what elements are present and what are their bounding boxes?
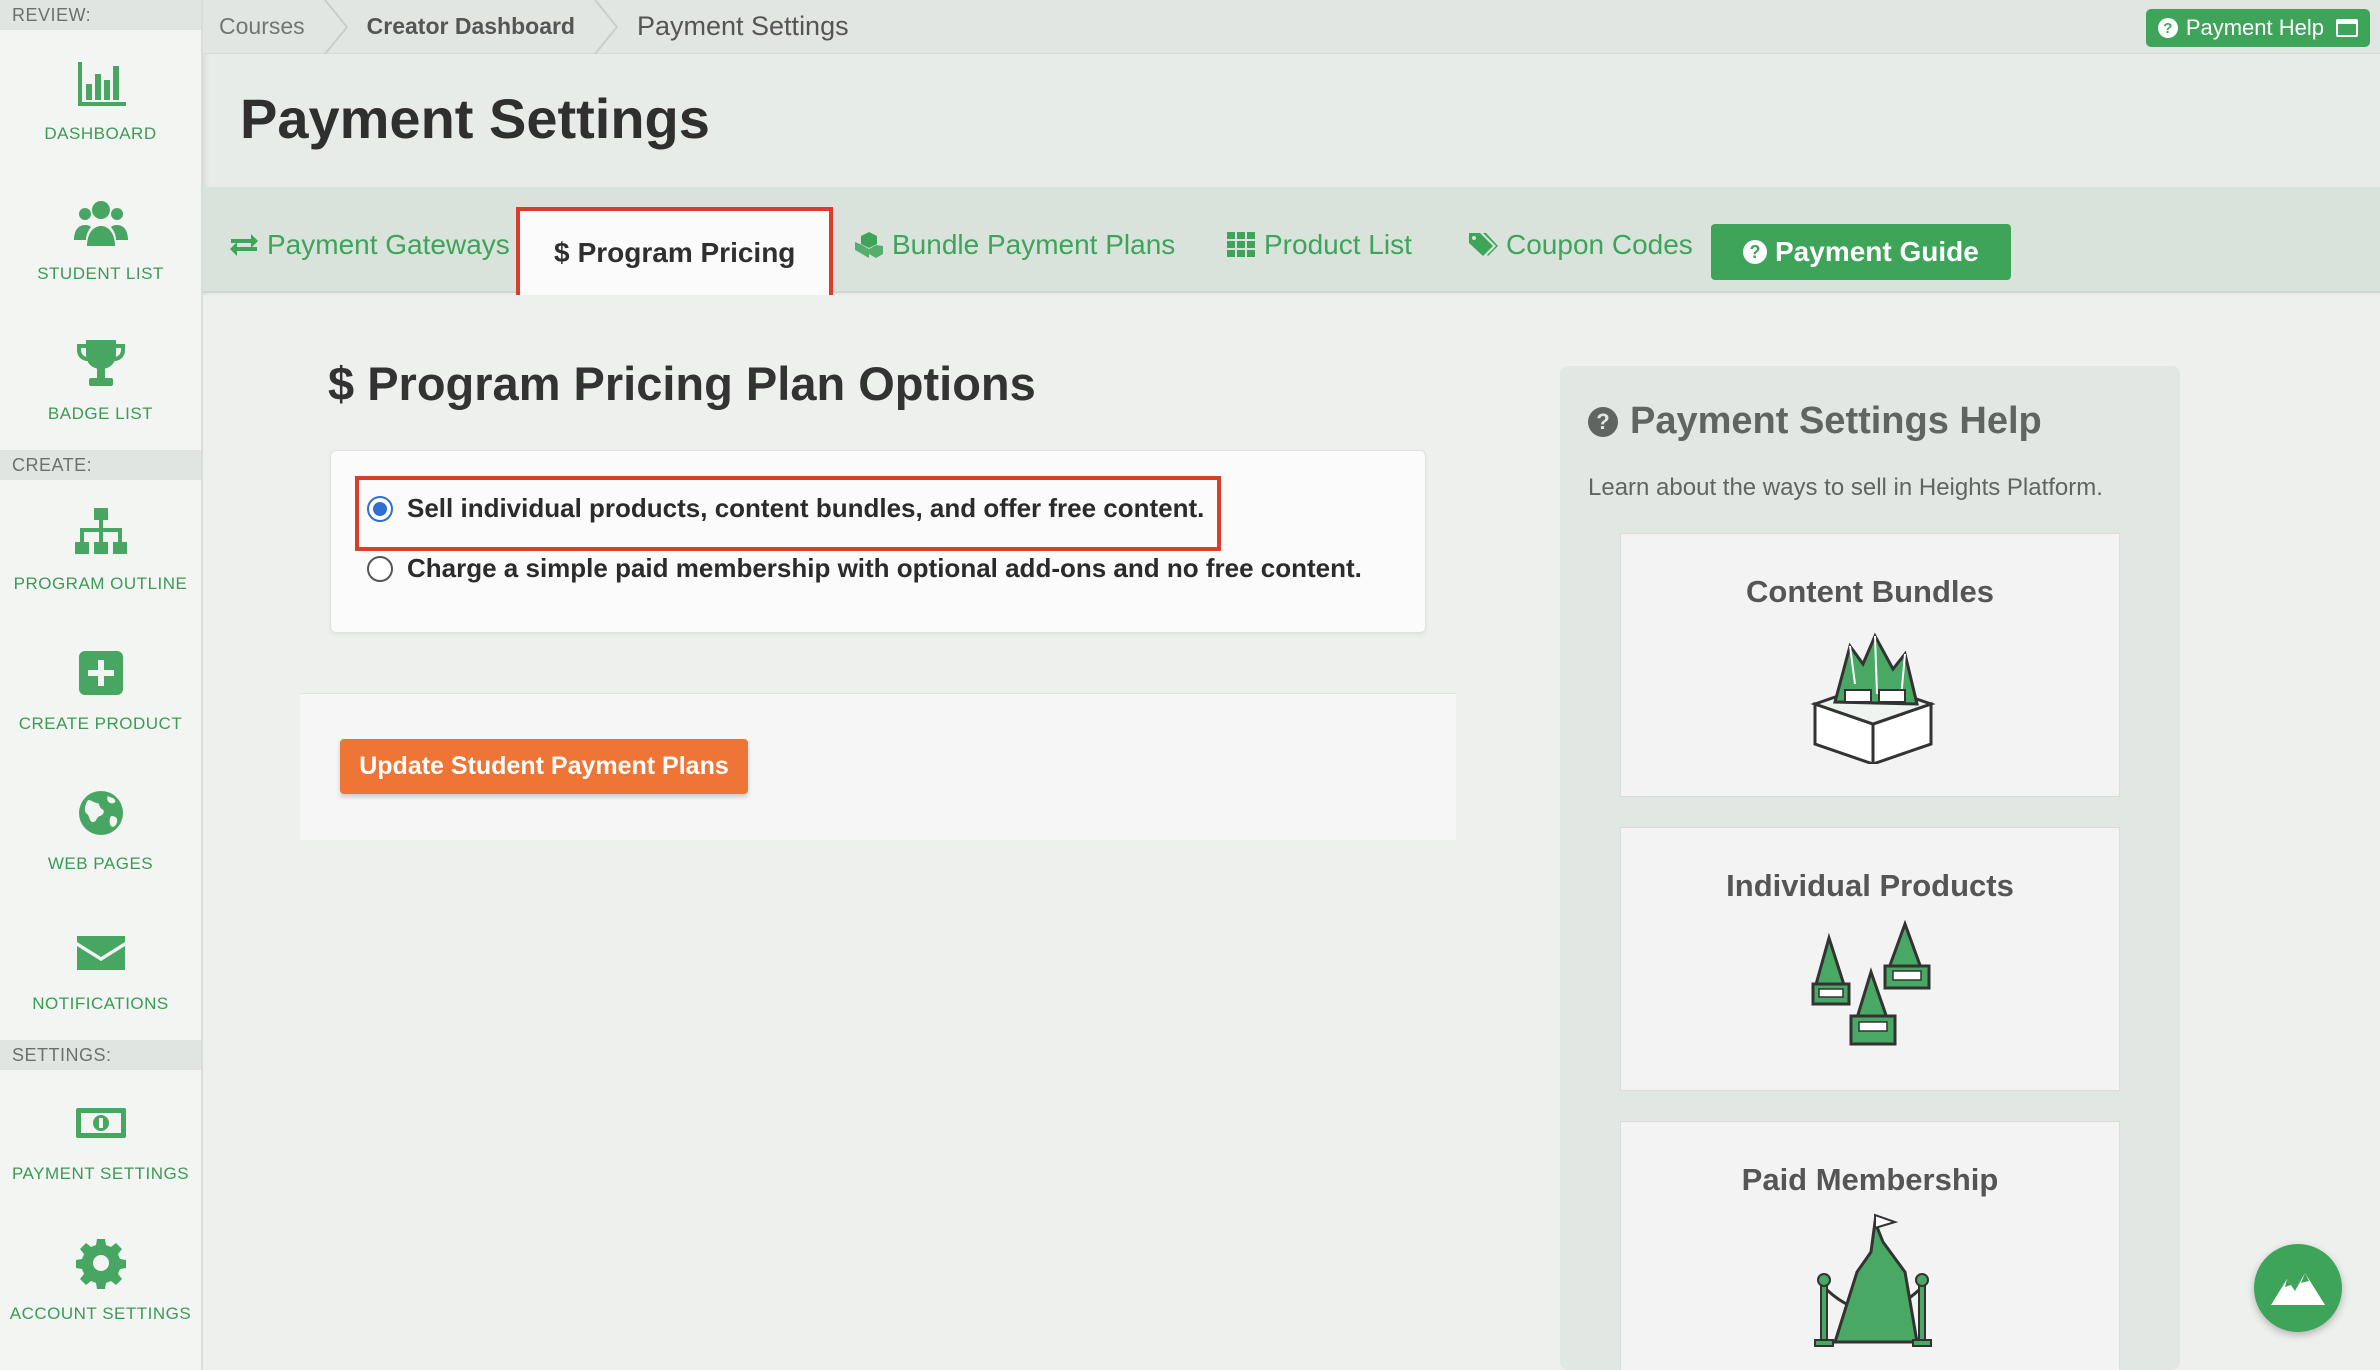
cubes-icon	[855, 232, 883, 258]
page-title: Payment Settings	[240, 87, 710, 150]
sidebar-item-label: PAYMENT SETTINGS	[11, 1164, 190, 1183]
sidebar-item-account-settings[interactable]: ACCOUNT SETTINGS	[0, 1210, 201, 1350]
content-bundle-illustration-icon	[1810, 632, 1936, 764]
section-title: $ Program Pricing Plan Options	[328, 356, 1036, 411]
radio-button[interactable]	[367, 555, 393, 582]
payment-help-label: Payment Help	[2185, 15, 2324, 40]
tab-bar: Payment Gateways $ Program Pricing Bundl…	[203, 187, 2380, 299]
help-card-individual-products[interactable]: Individual Products	[1620, 827, 2120, 1091]
sidebar-item-label: CREATE PRODUCT	[18, 714, 183, 733]
envelope-icon	[76, 936, 125, 970]
breadcrumb: Courses Creator Dashboard Payment Settin…	[203, 0, 2380, 55]
tab-label: Payment Guide	[1775, 236, 1979, 267]
help-panel-description: Learn about the ways to sell in Heights …	[1588, 474, 2103, 501]
payment-help-button[interactable]: ? Payment Help	[2145, 9, 2370, 47]
selected-option-highlight	[355, 476, 1221, 551]
bar-chart-icon	[77, 62, 126, 106]
help-card-title: Content Bundles	[1746, 574, 1994, 609]
help-panel-title: ? Payment Settings Help	[1588, 400, 2042, 443]
question-circle-icon: ?	[2157, 18, 2178, 38]
tab-program-pricing[interactable]: $ Program Pricing	[516, 207, 834, 299]
sidebar-item-label: PROGRAM OUTLINE	[13, 574, 188, 593]
sidebar-item-label: BADGE LIST	[47, 404, 154, 423]
sidebar-item-label: WEB PAGES	[47, 854, 154, 873]
sidebar-item-label: NOTIFICATIONS	[32, 994, 169, 1013]
sidebar: REVIEW: DASHBOARD STUDENT LIST BADGE LIS…	[0, 0, 203, 1370]
individual-products-illustration-icon	[1811, 919, 1931, 1046]
section-title-text: Program Pricing Plan Options	[367, 357, 1036, 410]
tab-payment-gateways[interactable]: Payment Gateways	[229, 207, 510, 283]
question-circle-icon: ?	[1743, 240, 1767, 264]
payment-guide-button[interactable]: ? Payment Guide	[1711, 224, 2011, 280]
sidebar-item-dashboard[interactable]: DASHBOARD	[0, 30, 201, 170]
tab-label: Bundle Payment Plans	[892, 229, 1176, 260]
sidebar-item-web-pages[interactable]: WEB PAGES	[0, 760, 201, 900]
tab-label: Program Pricing	[577, 237, 796, 268]
breadcrumb-payment-settings: Payment Settings	[636, 11, 849, 41]
chevron-right-icon	[593, 0, 619, 55]
sidebar-item-notifications[interactable]: NOTIFICATIONS	[0, 900, 201, 1040]
tab-product-list[interactable]: Product List	[1226, 207, 1412, 283]
help-card-paid-membership[interactable]: Paid Membership	[1620, 1121, 2120, 1370]
globe-icon	[78, 791, 123, 835]
tab-label: Coupon Codes	[1506, 229, 1693, 260]
sidebar-item-program-outline[interactable]: PROGRAM OUTLINE	[0, 480, 201, 620]
sidebar-item-label: DASHBOARD	[44, 124, 157, 143]
sitemap-icon	[74, 508, 127, 554]
mountain-logo-icon	[2271, 1273, 2325, 1305]
option-paid-membership[interactable]: Charge a simple paid membership with opt…	[367, 553, 1362, 584]
grid-icon	[1227, 232, 1255, 257]
help-card-content-bundles[interactable]: Content Bundles	[1620, 533, 2120, 797]
trophy-icon	[76, 340, 125, 386]
window-icon	[2336, 19, 2358, 37]
tab-label: Product List	[1264, 229, 1412, 260]
help-card-title: Individual Products	[1726, 868, 2014, 903]
help-title-text: Payment Settings Help	[1630, 400, 2042, 442]
breadcrumb-courses[interactable]: Courses	[203, 0, 323, 54]
question-circle-icon: ?	[1588, 406, 1618, 437]
sidebar-item-payment-settings[interactable]: PAYMENT SETTINGS	[0, 1070, 201, 1210]
plus-square-icon	[78, 651, 123, 695]
heights-platform-chat-button[interactable]	[2254, 1244, 2342, 1332]
dollar-icon: $	[328, 357, 355, 410]
sidebar-item-create-product[interactable]: CREATE PRODUCT	[0, 620, 201, 760]
users-icon	[73, 201, 128, 246]
update-student-payment-plans-button[interactable]: Update Student Payment Plans	[340, 739, 748, 794]
exchange-icon	[230, 234, 258, 256]
chevron-right-icon	[323, 0, 349, 55]
option-label: Charge a simple paid membership with opt…	[407, 553, 1362, 583]
dollar-icon: $	[554, 237, 570, 268]
breadcrumb-creator-dashboard[interactable]: Creator Dashboard	[349, 0, 593, 54]
tab-label: Payment Gateways	[267, 229, 510, 260]
paid-membership-illustration-icon	[1814, 1213, 1932, 1347]
tab-coupon-codes[interactable]: Coupon Codes	[1468, 207, 1693, 283]
help-card-title: Paid Membership	[1741, 1162, 1999, 1197]
tab-bundle-payment-plans[interactable]: Bundle Payment Plans	[854, 207, 1175, 283]
gear-icon	[75, 1239, 126, 1289]
money-bill-icon	[75, 1108, 126, 1138]
sidebar-section-review: REVIEW:	[0, 0, 201, 30]
sidebar-item-badge-list[interactable]: BADGE LIST	[0, 310, 201, 450]
sidebar-section-create: CREATE:	[0, 450, 201, 480]
sidebar-section-settings: SETTINGS:	[0, 1040, 201, 1070]
sidebar-item-student-list[interactable]: STUDENT LIST	[0, 170, 201, 310]
sidebar-item-label: STUDENT LIST	[37, 264, 164, 283]
tags-icon	[1469, 233, 1498, 256]
sidebar-item-label: ACCOUNT SETTINGS	[9, 1304, 192, 1323]
